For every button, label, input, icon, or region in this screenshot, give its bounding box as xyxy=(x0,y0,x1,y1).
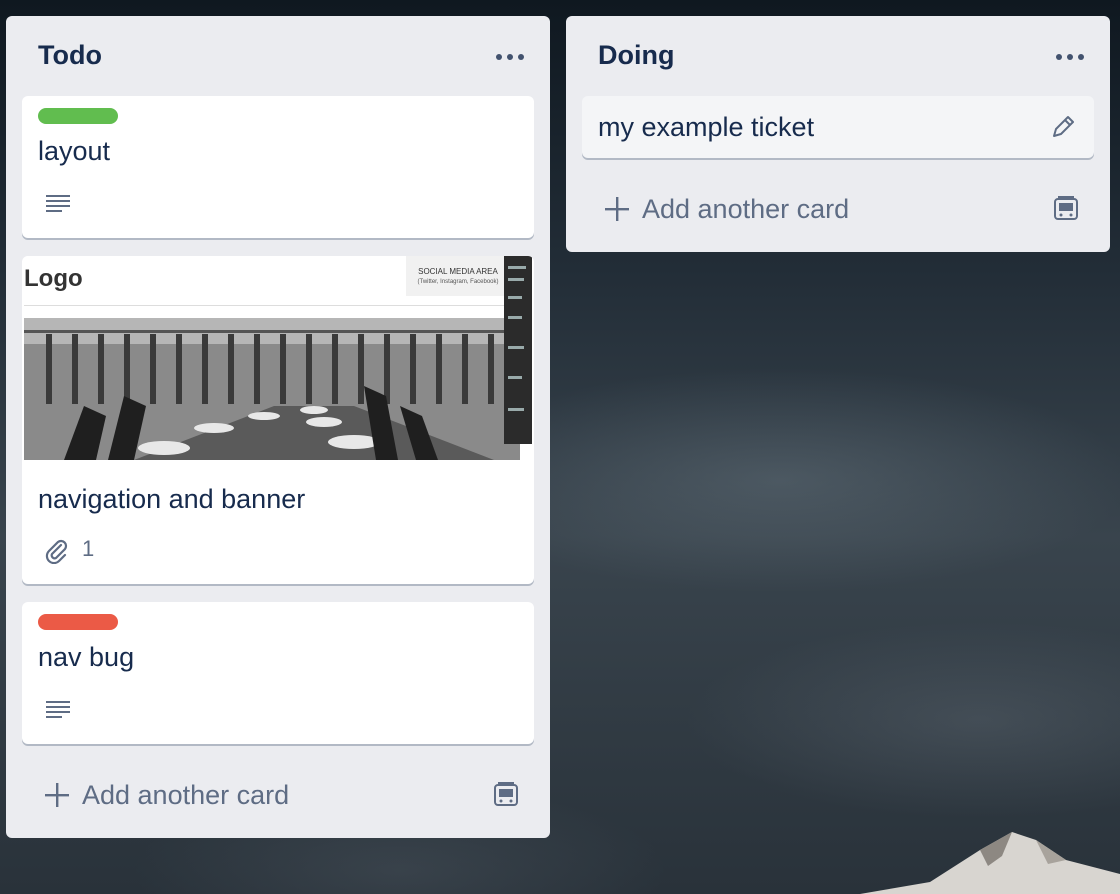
attachment-count: 1 xyxy=(82,536,95,561)
card-cover-image: Logo SOCIAL MEDIA AREA (Twitter, Instagr… xyxy=(24,256,532,464)
list-doing: Doing my example ticket Add another card xyxy=(566,16,1110,252)
card-template-icon[interactable] xyxy=(1052,194,1080,222)
card-navigation-and-banner[interactable]: Logo SOCIAL MEDIA AREA (Twitter, Instagr… xyxy=(22,256,534,584)
pencil-icon[interactable] xyxy=(1050,114,1076,140)
list-header: Doing xyxy=(566,16,1110,96)
add-card-label: Add another card xyxy=(642,194,850,224)
list-header: Todo xyxy=(6,16,550,96)
card-title: navigation and banner xyxy=(38,484,306,514)
cover-social-sub: (Twitter, Instagram, Facebook) xyxy=(417,279,498,285)
card-layout[interactable]: layout xyxy=(22,96,534,238)
list-title: Todo xyxy=(38,40,102,70)
card-template-icon[interactable] xyxy=(492,780,520,808)
description-icon xyxy=(46,195,70,212)
plus-icon xyxy=(45,783,69,807)
add-card-button[interactable]: Add another card xyxy=(582,186,1094,230)
cover-social-title: SOCIAL MEDIA AREA xyxy=(418,267,498,276)
card-title: my example ticket xyxy=(598,112,815,142)
mountain-peak xyxy=(860,832,1120,894)
add-card-label: Add another card xyxy=(82,780,290,810)
label-green[interactable] xyxy=(38,108,118,124)
cover-logo-text: Logo xyxy=(24,265,83,292)
list-todo: Todo layout Logo SOCIAL MEDIA AREA (Twit… xyxy=(6,16,550,838)
list-title: Doing xyxy=(598,40,675,70)
card-title: layout xyxy=(38,136,111,166)
add-card-button[interactable]: Add another card xyxy=(22,772,534,816)
label-red[interactable] xyxy=(38,614,118,630)
paperclip-icon xyxy=(45,539,68,564)
more-options-icon[interactable] xyxy=(494,44,526,70)
more-options-icon[interactable] xyxy=(1054,44,1086,70)
plus-icon xyxy=(605,197,629,221)
card-my-example-ticket[interactable]: my example ticket xyxy=(582,96,1094,158)
card-nav-bug[interactable]: nav bug xyxy=(22,602,534,744)
description-icon xyxy=(46,701,70,718)
card-title: nav bug xyxy=(38,642,135,672)
